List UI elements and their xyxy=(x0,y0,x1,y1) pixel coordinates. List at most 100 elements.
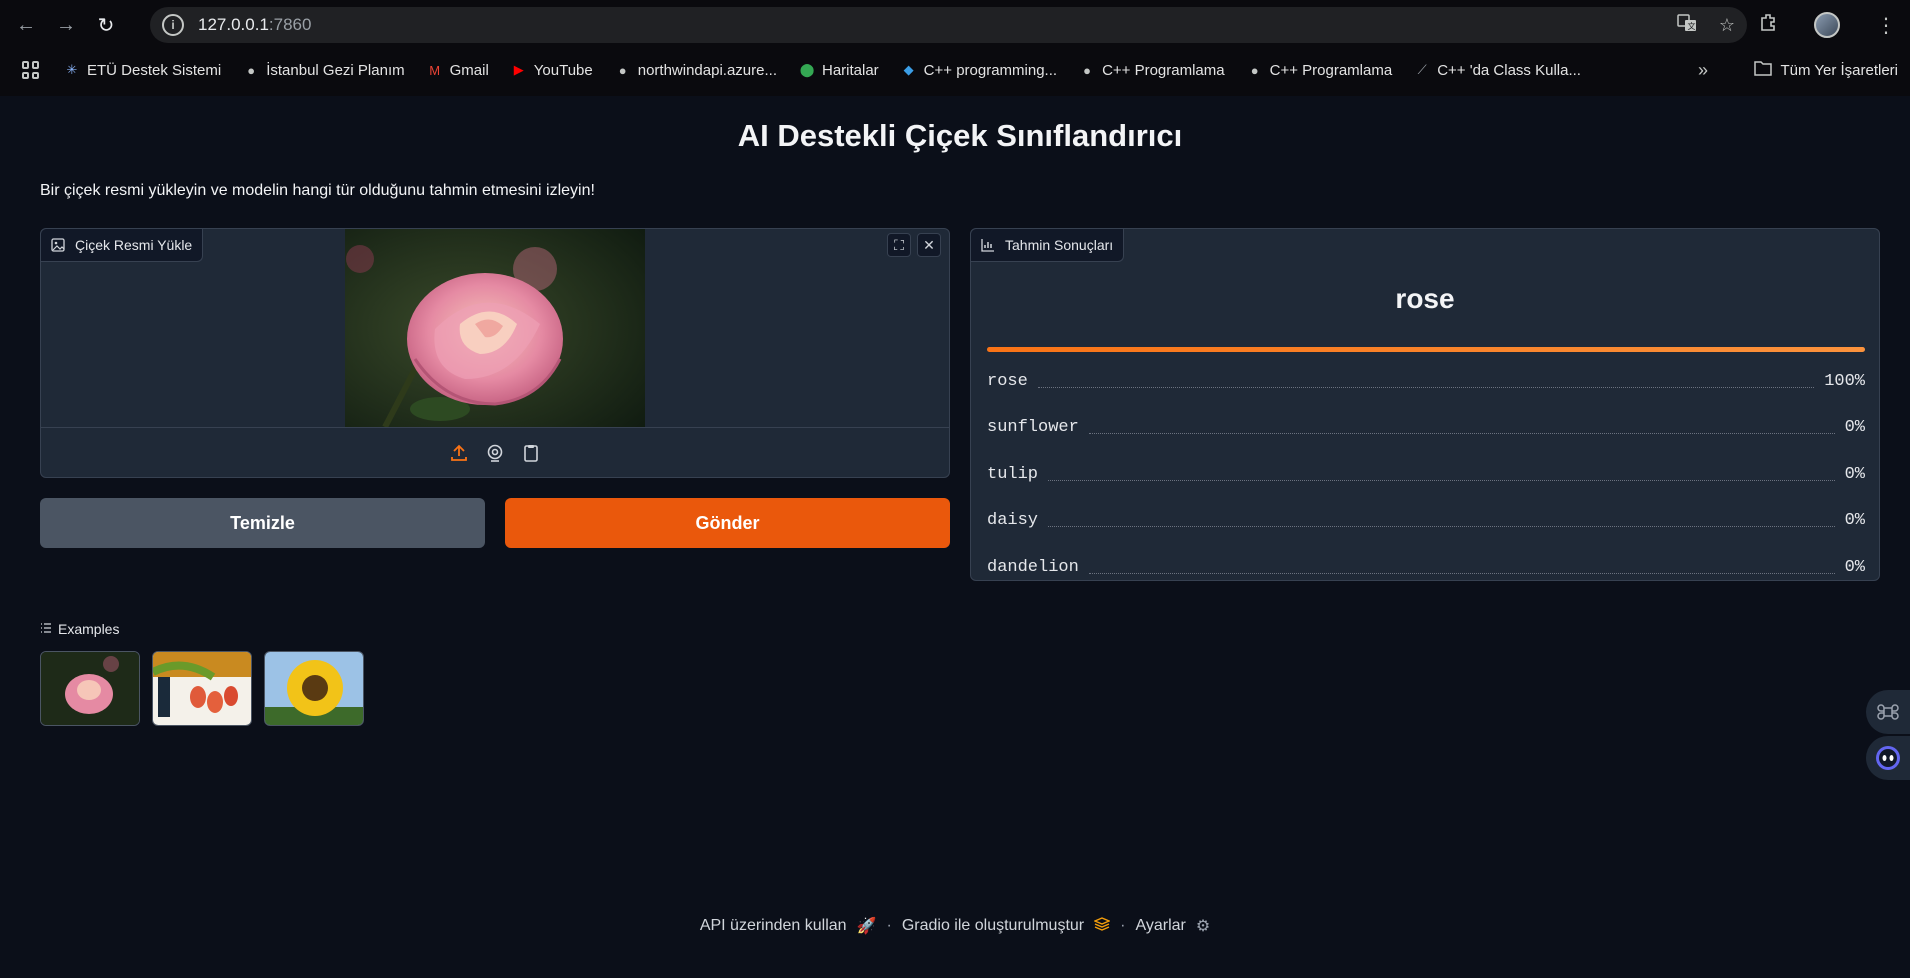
bookmark-item[interactable]: ● C++ Programlama xyxy=(1247,62,1393,79)
bookmark-label: Gmail xyxy=(449,61,489,79)
api-link[interactable]: API üzerinden kullan xyxy=(700,917,847,935)
prediction-class-label: tulip xyxy=(987,464,1039,484)
image-label-text: Çiçek Resmi Yükle xyxy=(75,237,193,253)
site-info-icon[interactable]: i xyxy=(162,14,184,36)
prediction-row: daisy 0% xyxy=(987,507,1865,535)
example-tulip-thumbnail[interactable] xyxy=(152,651,252,726)
dotted-leader xyxy=(1037,375,1815,388)
bookmark-label: İstanbul Gezi Planım xyxy=(266,61,405,79)
prediction-results-panel: Tahmin Sonuçları rose rose 100% sunflower 0… xyxy=(970,228,1880,581)
maps-icon: ⬤ xyxy=(799,62,815,77)
settings-link[interactable]: Ayarlar xyxy=(1135,917,1185,935)
dotted-leader xyxy=(1088,421,1835,434)
bookmark-item[interactable]: ◆ C++ programming... xyxy=(901,62,1057,79)
bookmark-label: ETÜ Destek Sistemi xyxy=(87,61,222,79)
results-block-label: Tahmin Sonuçları xyxy=(971,229,1125,262)
top-confidence-bar xyxy=(987,347,1865,352)
examples-label-text: Examples xyxy=(58,621,120,637)
top-prediction-label: rose xyxy=(1395,283,1455,314)
bookmark-item[interactable]: ● İstanbul Gezi Planım xyxy=(243,62,404,79)
prediction-class-label: rose xyxy=(987,371,1028,391)
image-block-label: Çiçek Resmi Yükle xyxy=(41,229,204,262)
image-source-toolbar xyxy=(41,427,949,478)
webcam-icon[interactable] xyxy=(484,442,506,464)
shortcut-float-button[interactable] xyxy=(1866,690,1910,734)
bookmarks-bar: ✳ ETÜ Destek Sistemi ● İstanbul Gezi Planım… xyxy=(0,52,1910,88)
top-confidence-fill xyxy=(987,347,1865,352)
example-rose-thumbnail[interactable] xyxy=(40,651,140,726)
dotted-leader xyxy=(1088,561,1835,574)
bookmark-item[interactable]: ▶ YouTube xyxy=(511,62,593,79)
fullscreen-icon[interactable]: ⛶ xyxy=(887,233,911,257)
submit-button[interactable]: Gönder xyxy=(505,498,950,548)
uploaded-rose-image xyxy=(345,229,645,427)
prediction-confidence: 0% xyxy=(1844,511,1865,530)
rocket-icon: 🚀 xyxy=(856,918,877,935)
browser-toolbar: ← → ↻ i 127.0.0.1:7860 文 ☆ ⋮ xyxy=(0,0,1910,50)
prediction-class-label: sunflower xyxy=(987,418,1079,437)
examples-header: Examples xyxy=(40,621,119,637)
bookmark-item[interactable]: ● northwindapi.azure... xyxy=(615,62,777,79)
profile-avatar[interactable] xyxy=(1814,12,1840,38)
dotted-leader xyxy=(1048,468,1835,481)
bookmark-label: C++ programming... xyxy=(923,61,1058,79)
youtube-icon: ▶ xyxy=(513,62,524,77)
bookmark-label: YouTube xyxy=(533,61,593,79)
list-icon xyxy=(40,621,52,637)
footer-separator: · xyxy=(1120,917,1126,934)
bookmark-star-icon[interactable]: ☆ xyxy=(1719,15,1735,36)
bookmark-label: northwindapi.azure... xyxy=(637,61,777,79)
url-text: 127.0.0.1:7860 xyxy=(198,15,311,35)
all-bookmarks-folder[interactable]: Tüm Yer İşaretleri xyxy=(1754,52,1898,88)
example-sunflower-thumbnail[interactable] xyxy=(264,651,364,726)
prediction-class-label: daisy xyxy=(987,511,1039,530)
prediction-confidence: 100% xyxy=(1824,371,1865,391)
footer: API üzerinden kullan 🚀 · Gradio ile oluş… xyxy=(0,916,1910,936)
footer-separator: · xyxy=(886,917,892,934)
prediction-class-label: dandelion xyxy=(987,557,1079,577)
prediction-confidence: 0% xyxy=(1844,418,1865,437)
gmail-icon: M xyxy=(429,62,441,78)
bookmark-item[interactable]: ⟋ C++ 'da Class Kulla... xyxy=(1414,62,1581,79)
prediction-row: sunflower 0% xyxy=(987,414,1865,442)
translate-icon[interactable]: 文 xyxy=(1677,13,1697,38)
gradio-app: AI Destekli Çiçek Sınıflandırıcı Bir çiç… xyxy=(0,96,1910,970)
snowflake-icon: ✳ xyxy=(66,62,78,77)
results-label-text: Tahmin Sonuçları xyxy=(1005,237,1114,253)
forward-button[interactable]: → xyxy=(48,7,84,43)
address-bar[interactable]: i 127.0.0.1:7860 文 ☆ xyxy=(150,7,1747,43)
url-host: 127.0.0.1 xyxy=(198,15,269,34)
bookmark-item[interactable]: ⬤ Haritalar xyxy=(799,62,879,79)
globe-icon: ● xyxy=(1083,62,1091,78)
browser-chrome: ← → ↻ i 127.0.0.1:7860 文 ☆ ⋮ ✳ ETÜ Destek… xyxy=(0,0,1910,96)
clear-button[interactable]: Temizle xyxy=(40,498,485,548)
page-title: AI Destekli Çiçek Sınıflandırıcı xyxy=(737,118,1183,153)
gear-icon: ⚙ xyxy=(1195,918,1211,935)
link-icon: ⟋ xyxy=(1417,62,1427,77)
bookmark-item[interactable]: ● C++ Programlama xyxy=(1079,62,1225,79)
gradio-logo-icon xyxy=(1093,916,1111,936)
vscode-icon: ◆ xyxy=(903,62,914,77)
bookmark-label: C++ Programlama xyxy=(1269,61,1393,79)
more-menu-icon[interactable]: ⋮ xyxy=(1876,13,1896,38)
prediction-row: dandelion 0% xyxy=(987,553,1865,581)
apps-grid-icon[interactable] xyxy=(22,61,40,79)
bookmark-item[interactable]: M Gmail xyxy=(427,62,489,79)
back-button[interactable]: ← xyxy=(8,7,44,43)
assistant-float-button[interactable] xyxy=(1866,736,1910,780)
gradio-link[interactable]: Gradio ile oluşturulmuştur xyxy=(902,917,1084,935)
bookmark-label: Haritalar xyxy=(821,61,879,79)
bookmark-label: C++ 'da Class Kulla... xyxy=(1437,61,1581,79)
bookmark-item[interactable]: ✳ ETÜ Destek Sistemi xyxy=(64,61,222,79)
svg-text:文: 文 xyxy=(1687,21,1695,31)
extensions-icon[interactable] xyxy=(1758,12,1778,38)
image-upload-panel[interactable]: Çiçek Resmi Yükle ⛶ ✕ xyxy=(40,228,950,478)
clipboard-icon[interactable] xyxy=(520,442,542,464)
close-icon[interactable]: ✕ xyxy=(917,233,941,257)
url-port: :7860 xyxy=(268,15,312,34)
more-bookmarks-icon[interactable]: » xyxy=(1698,52,1708,88)
reload-button[interactable]: ↻ xyxy=(88,7,124,43)
folder-icon xyxy=(1754,60,1773,80)
upload-icon[interactable] xyxy=(448,442,470,464)
dotted-leader xyxy=(1048,514,1835,527)
